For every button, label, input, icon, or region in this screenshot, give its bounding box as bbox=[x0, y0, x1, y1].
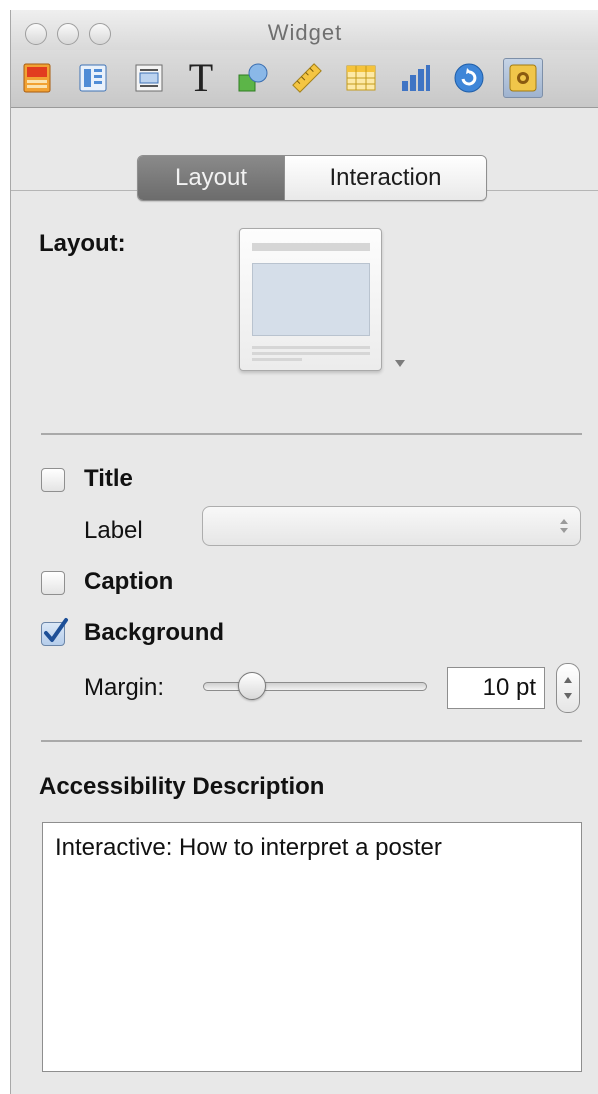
document-inspector-button[interactable] bbox=[17, 58, 57, 98]
margin-stepper[interactable] bbox=[556, 663, 580, 713]
tab-interaction[interactable]: Interaction bbox=[284, 156, 486, 200]
layout-picker[interactable] bbox=[239, 228, 382, 371]
layout-thumb-caption-line bbox=[252, 358, 302, 361]
background-option-label: Background bbox=[84, 619, 225, 646]
margin-value-field[interactable]: 10 pt bbox=[447, 667, 545, 709]
document-icon bbox=[23, 63, 51, 93]
accessibility-description-input[interactable]: Interactive: How to interpret a poster bbox=[42, 822, 582, 1072]
margin-label: Margin: bbox=[84, 674, 165, 701]
wrap-inspector-button[interactable] bbox=[129, 58, 169, 98]
checkmark-icon bbox=[44, 618, 68, 642]
margin-slider[interactable] bbox=[203, 682, 427, 691]
link-icon bbox=[454, 63, 484, 93]
layout-dropdown-arrow-icon[interactable] bbox=[395, 360, 405, 367]
title-checkbox[interactable] bbox=[41, 468, 65, 492]
widget-inspector-window: Widget T Layout Interaction Layout: Titl… bbox=[10, 10, 598, 1094]
layout-thumb-caption-line bbox=[252, 352, 370, 355]
caption-option-label: Caption bbox=[84, 568, 174, 595]
shapes-icon bbox=[238, 63, 268, 92]
layout-thumb-caption-line bbox=[252, 346, 370, 349]
layout-label: Layout: bbox=[39, 230, 126, 257]
background-checkbox[interactable] bbox=[41, 618, 68, 646]
section-separator bbox=[41, 740, 582, 742]
wrap-icon bbox=[135, 64, 163, 92]
title-label-popup[interactable] bbox=[202, 506, 581, 546]
chart-inspector-button[interactable] bbox=[395, 58, 435, 98]
layout-thumb-content bbox=[252, 263, 370, 336]
text-inspector-button[interactable]: T bbox=[181, 58, 221, 98]
section-separator bbox=[41, 433, 582, 435]
window-title: Widget bbox=[267, 20, 343, 45]
layout-icon bbox=[79, 64, 107, 92]
margin-slider-knob[interactable] bbox=[238, 672, 267, 700]
metrics-inspector-button[interactable] bbox=[287, 58, 327, 98]
title-bar[interactable]: Widget bbox=[11, 10, 598, 50]
ruler-icon bbox=[292, 63, 322, 93]
popup-stepper-arrows-icon bbox=[560, 519, 568, 533]
table-icon bbox=[346, 65, 376, 91]
layout-thumb-title-bar bbox=[252, 243, 370, 251]
text-icon: T bbox=[188, 55, 214, 100]
tab-layout[interactable]: Layout bbox=[138, 156, 284, 200]
accessibility-heading: Accessibility Description bbox=[39, 773, 325, 800]
widget-inspector-button[interactable] bbox=[503, 58, 543, 98]
caption-checkbox[interactable] bbox=[41, 571, 65, 595]
layout-inspector-button[interactable] bbox=[73, 58, 113, 98]
graphic-inspector-button[interactable] bbox=[233, 58, 273, 98]
table-inspector-button[interactable] bbox=[341, 58, 381, 98]
title-label-field-label: Label bbox=[84, 517, 143, 544]
link-inspector-button[interactable] bbox=[449, 58, 489, 98]
stepper-arrows-icon bbox=[564, 677, 572, 699]
inspector-toolbar: T bbox=[11, 50, 598, 108]
widget-icon bbox=[509, 64, 537, 92]
tab-control: Layout Interaction bbox=[137, 155, 487, 201]
title-option-label: Title bbox=[84, 465, 133, 492]
chart-icon bbox=[402, 65, 430, 91]
